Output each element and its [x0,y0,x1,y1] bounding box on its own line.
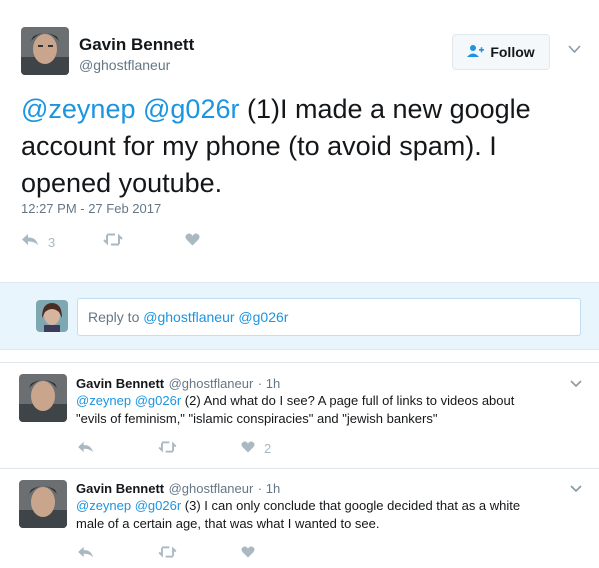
divider [0,468,599,469]
author-avatar[interactable] [21,27,69,75]
reply-avatar[interactable] [19,480,67,528]
like-count: 2 [264,441,272,456]
tweet-text-part: opened youtube. [21,168,223,198]
mention-link[interactable]: @g026r [143,94,239,124]
follow-label: Follow [490,44,535,60]
current-user-avatar[interactable] [36,300,68,332]
reply-avatar[interactable] [19,374,67,422]
reply-input[interactable]: Reply to @ghostflaneur @g026r [77,298,581,336]
mention-link[interactable]: @zeynep [21,94,135,124]
retweet-icon[interactable] [158,440,177,458]
retweet-icon[interactable] [158,545,177,563]
follow-button[interactable]: Follow [452,34,550,70]
reply-text-part: male of a certain age, that was what I w… [76,516,380,531]
heart-icon[interactable] [185,233,200,251]
reply-time[interactable]: · 1h [258,481,280,496]
retweet-icon[interactable] [103,233,123,251]
reply-icon[interactable] [77,440,94,458]
reply-text: @zeynep @g026r (3) I can only conclude t… [76,497,566,533]
reply-prefix: Reply to [88,309,144,325]
mention-link[interactable]: @zeynep @g026r [76,498,181,513]
reply-text-part: "evils of feminism," "islamic conspiraci… [76,411,438,426]
author-name[interactable]: Gavin Bennett [79,35,194,55]
heart-icon[interactable] [241,545,255,563]
chevron-down-icon[interactable] [570,481,582,496]
reply-author-handle[interactable]: @ghostflaneur [169,376,254,391]
tweet-timestamp[interactable]: 12:27 PM - 27 Feb 2017 [21,201,161,216]
reply-header: Gavin Bennett @ghostflaneur · 1h [76,375,280,393]
reply-author-name[interactable]: Gavin Bennett [76,376,164,391]
reply-text: @zeynep @g026r (2) And what do I see? A … [76,392,566,428]
mention-link[interactable]: @zeynep @g026r [76,393,181,408]
divider [0,362,599,363]
heart-icon[interactable] [241,440,255,458]
tweet-text-part: account for my phone (to avoid spam). I [21,131,497,161]
reply-author-name[interactable]: Gavin Bennett [76,481,164,496]
reply-time[interactable]: · 1h [258,376,280,391]
reply-author-handle[interactable]: @ghostflaneur [169,481,254,496]
chevron-down-icon[interactable] [570,376,582,391]
tweet-text: @zeynep @g026r (1)I made a new google ac… [21,91,581,202]
reply-icon[interactable] [21,233,39,251]
author-handle[interactable]: @ghostflaneur [79,57,170,73]
reply-count: 3 [48,235,56,250]
tweet-text-part: (1)I made a new google [246,94,531,124]
reply-text-part: (3) I can only conclude that google deci… [181,498,521,513]
reply-text-part: (2) And what do I see? A page full of li… [181,393,515,408]
add-user-icon [467,44,485,61]
reply-header: Gavin Bennett @ghostflaneur · 1h [76,480,280,498]
reply-mentions: @ghostflaneur @g026r [143,309,289,325]
reply-icon[interactable] [77,545,94,563]
chevron-down-icon[interactable] [568,42,581,57]
